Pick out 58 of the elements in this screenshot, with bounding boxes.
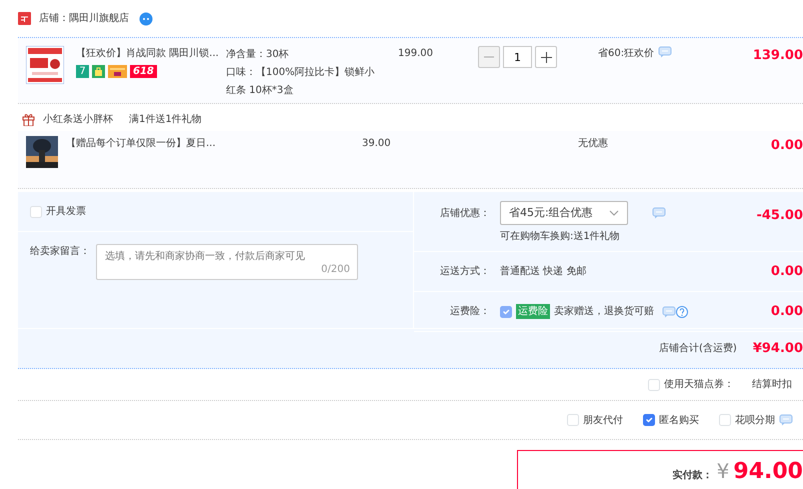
chat-icon[interactable] — [779, 414, 793, 426]
charge-amount: -45.00 — [756, 207, 803, 225]
invoice-checkbox[interactable] — [30, 206, 42, 218]
insurance-text: 卖家赠送，退换货可赔 — [554, 304, 654, 319]
option-label: 朋友代付 — [583, 414, 623, 428]
unit-price: 39.00 — [362, 137, 392, 151]
minus-button[interactable] — [478, 46, 500, 68]
char-counter: 0/200 — [321, 263, 350, 277]
gift-icon — [22, 112, 35, 126]
charge-label: 店铺优惠： — [439, 206, 490, 221]
item-subtotal: 0.00 — [770, 137, 803, 155]
message-label: 给卖家留言： — [30, 244, 90, 259]
chat-icon[interactable] — [658, 46, 672, 58]
payment-label: 实付款： — [672, 468, 713, 483]
charge-amount: 0.00 — [770, 302, 803, 321]
option-checkbox[interactable] — [643, 414, 655, 426]
unit-price: 199.00 — [398, 47, 434, 61]
total-amount: ¥94.00 — [752, 340, 803, 358]
plus-button[interactable] — [535, 46, 557, 68]
chat-bubble-icon[interactable] — [139, 12, 153, 26]
product-title[interactable]: 【狂欢价】肖战同款 隅田川锁... — [76, 46, 222, 61]
chat-icon[interactable] — [662, 306, 676, 318]
charge-amount: 0.00 — [770, 262, 803, 281]
card-icon — [108, 65, 127, 78]
gift-promo-rule: 满1件送1件礼物 — [129, 112, 202, 126]
insurance-tag: 运费险 — [516, 304, 550, 319]
minus-icon — [484, 56, 494, 58]
deduction-note: 结算时扣 — [752, 378, 792, 392]
charge-label: 运费险： — [449, 304, 490, 319]
service-badge: 7 — [76, 65, 89, 78]
currency-sign: ¥ — [716, 458, 730, 485]
gift-promo-name: 小红条送小胖杯 — [43, 112, 113, 126]
option-label: 匿名购买 — [659, 414, 699, 428]
chat-icon[interactable] — [652, 207, 666, 219]
quantity-field[interactable]: 1 — [503, 46, 532, 68]
bag-icon — [92, 65, 105, 78]
caret-icon — [608, 210, 619, 216]
coupon-checkbox[interactable] — [648, 378, 660, 390]
payment-amount: 94.00 — [733, 458, 803, 486]
charge-label: 运送方式： — [439, 264, 490, 279]
product-spec: 净含量：30杯 — [226, 48, 290, 62]
total-label: 店铺合计(含运费) — [659, 342, 737, 356]
shipping-method: 普通配送 快递 免邮 — [500, 266, 586, 277]
coupon-label: 使用天猫点券： — [664, 378, 734, 392]
shop-name[interactable]: 店铺：隅田川旗舰店 — [39, 11, 129, 26]
promo-text: 省60:狂欢价 — [598, 46, 654, 61]
help-icon[interactable] — [676, 306, 688, 318]
plus-icon — [540, 52, 552, 62]
discount-select[interactable]: 省45元:组合优惠 — [500, 201, 628, 225]
discount-note: 可在购物车换购:送1件礼物 — [500, 230, 621, 244]
sale-badge: 618 — [130, 65, 157, 78]
gift-title[interactable]: 【赠品每个订单仅限一份】夏日... — [66, 136, 216, 151]
product-spec: 口味：【100%阿拉比卡】锁鲜小红条 10杯*3盒 — [226, 66, 376, 98]
item-subtotal: 139.00 — [752, 47, 803, 65]
store-logo-icon — [18, 12, 31, 25]
option-label: 花呗分期 — [735, 414, 775, 428]
invoice-label: 开具发票 — [46, 205, 86, 219]
promo-text: 无优惠 — [578, 136, 609, 151]
